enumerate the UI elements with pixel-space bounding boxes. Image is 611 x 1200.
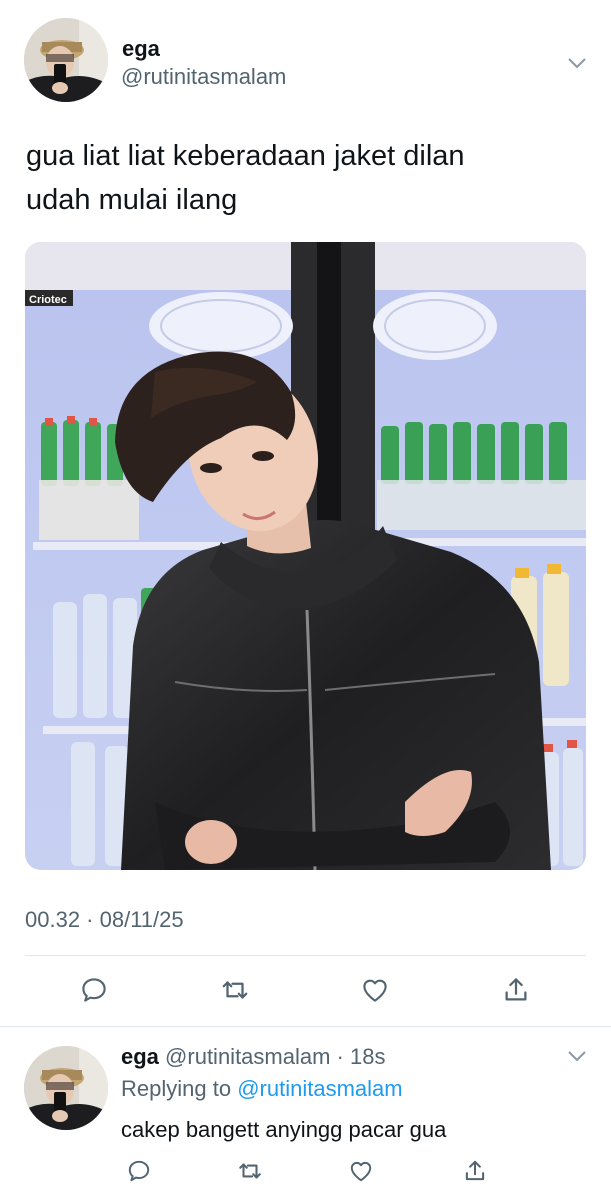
replying-to-prefix: Replying to (121, 1076, 232, 1101)
reply-text: cakep bangett anyingg pacar gua (121, 1117, 447, 1142)
retweet-icon[interactable] (232, 1154, 268, 1188)
tweet-text-line: udah mulai ilang (26, 184, 238, 216)
replying-to: Replying to @rutinitasmalam (121, 1076, 403, 1102)
author-handle[interactable]: @rutinitasmalam (121, 64, 286, 90)
share-icon[interactable] (457, 1154, 493, 1188)
author-name[interactable]: ega (122, 36, 160, 62)
tweet-timestamp[interactable]: 00.32 · 08/11/25 (25, 907, 184, 933)
retweet-icon[interactable] (215, 970, 255, 1010)
tweet-text: gua liat liat keberadaan jaket dilan uda… (26, 134, 586, 222)
chevron-down-icon[interactable] (567, 1049, 587, 1067)
reply-actions (0, 1154, 611, 1188)
like-icon[interactable] (343, 1154, 379, 1188)
like-icon[interactable] (355, 970, 395, 1010)
share-icon[interactable] (496, 970, 536, 1010)
fridge-brand-label: Criotec (29, 294, 67, 306)
divider (25, 955, 586, 956)
reply-author-name[interactable]: ega (121, 1044, 159, 1069)
chevron-down-icon[interactable] (567, 56, 587, 74)
reply-icon[interactable] (74, 970, 114, 1010)
reply-author-avatar[interactable] (24, 1046, 108, 1130)
replying-to-handle[interactable]: @rutinitasmalam (237, 1076, 402, 1101)
reply-icon[interactable] (121, 1154, 157, 1188)
reply-header: ega @rutinitasmalam · 18s (121, 1044, 385, 1070)
main-tweet: ega @rutinitasmalam gua liat liat kebera… (0, 0, 611, 1026)
author-avatar[interactable] (24, 18, 108, 102)
tweet-photo[interactable]: Criotec (25, 242, 586, 870)
reply-author-handle-time[interactable]: @rutinitasmalam · 18s (165, 1044, 385, 1069)
tweet-actions (0, 970, 611, 1014)
tweet-text-line: gua liat liat keberadaan jaket dilan (26, 140, 465, 172)
reply-tweet[interactable]: ega @rutinitasmalam · 18s Replying to @r… (0, 1027, 611, 1200)
